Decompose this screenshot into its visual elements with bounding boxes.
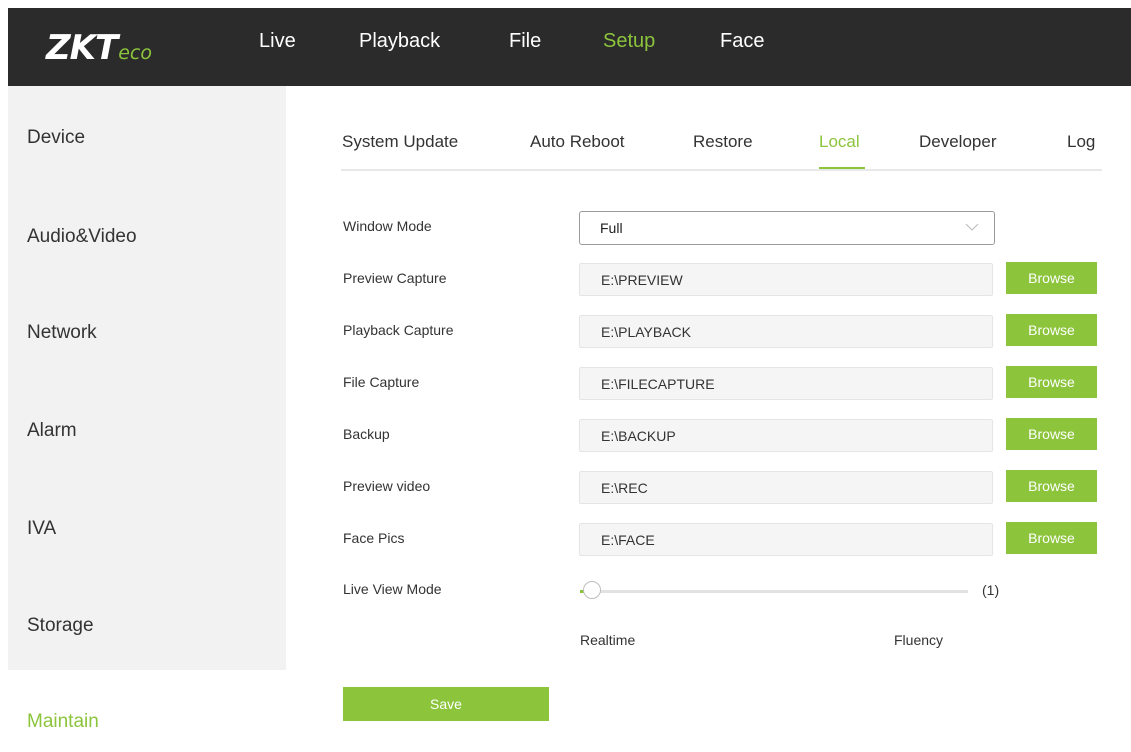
backup-path-field[interactable]: E:\BACKUP — [579, 419, 993, 452]
sidebar-item-storage[interactable]: Storage — [27, 615, 94, 637]
nav-face[interactable]: Face — [720, 30, 764, 53]
sidebar-item-device[interactable]: Device — [27, 127, 85, 149]
window-mode-select[interactable]: Full — [579, 211, 995, 245]
maintain-tabs: System Update Auto Reboot Restore Local … — [341, 132, 1102, 171]
preview-capture-label: Preview Capture — [343, 270, 447, 286]
sidebar-item-audio-video[interactable]: Audio&Video — [27, 226, 137, 248]
nav-file[interactable]: File — [509, 30, 541, 53]
nav-setup[interactable]: Setup — [603, 30, 655, 53]
slider-min-label: Realtime — [580, 632, 636, 648]
nav-live[interactable]: Live — [259, 30, 296, 53]
live-view-mode-value: (1) — [982, 582, 1000, 598]
file-capture-label: File Capture — [343, 374, 420, 390]
preview-video-browse-button[interactable]: Browse — [1006, 470, 1097, 502]
chevron-down-icon — [965, 223, 979, 231]
preview-video-path-field[interactable]: E:\REC — [579, 471, 993, 504]
file-capture-path-field[interactable]: E:\FILECAPTURE — [579, 367, 993, 400]
active-tab-indicator — [819, 167, 865, 169]
tab-restore[interactable]: Restore — [693, 132, 753, 152]
playback-capture-path-field[interactable]: E:\PLAYBACK — [579, 315, 993, 348]
backup-browse-button[interactable]: Browse — [1006, 418, 1097, 450]
logo-main-text: ZKT — [46, 28, 118, 68]
tab-system-update[interactable]: System Update — [342, 132, 458, 152]
tab-log[interactable]: Log — [1067, 132, 1095, 152]
file-capture-browse-button[interactable]: Browse — [1006, 366, 1097, 398]
tab-developer[interactable]: Developer — [919, 132, 997, 152]
sidebar-item-alarm[interactable]: Alarm — [27, 420, 77, 442]
sidebar — [8, 86, 286, 752]
face-pics-label: Face Pics — [343, 530, 405, 546]
save-button[interactable]: Save — [343, 687, 549, 721]
preview-capture-browse-button[interactable]: Browse — [1006, 262, 1097, 294]
live-view-mode-label: Live View Mode — [343, 581, 442, 597]
slider-max-label: Fluency — [894, 632, 944, 648]
live-view-mode-slider-handle[interactable] — [583, 581, 601, 599]
preview-video-label: Preview video — [343, 478, 431, 494]
face-pics-path-field[interactable]: E:\FACE — [579, 523, 993, 556]
logo-sub-text: eco — [118, 42, 152, 64]
sidebar-item-network[interactable]: Network — [27, 322, 97, 344]
tab-local[interactable]: Local — [819, 132, 860, 152]
backup-label: Backup — [343, 426, 390, 442]
sidebar-item-maintain[interactable]: Maintain — [27, 711, 99, 733]
playback-capture-browse-button[interactable]: Browse — [1006, 314, 1097, 346]
window-mode-label: Window Mode — [343, 218, 432, 234]
nav-playback[interactable]: Playback — [359, 30, 440, 53]
tab-auto-reboot[interactable]: Auto Reboot — [530, 132, 625, 152]
zkteco-logo: ZKT eco — [46, 28, 152, 68]
live-view-mode-slider-track[interactable] — [580, 590, 968, 593]
face-pics-browse-button[interactable]: Browse — [1006, 522, 1097, 554]
preview-capture-path-field[interactable]: E:\PREVIEW — [579, 263, 993, 296]
sidebar-item-iva[interactable]: IVA — [27, 518, 56, 540]
top-navigation-bar: ZKT eco Live Playback File Setup Face — [8, 8, 1131, 86]
playback-capture-label: Playback Capture — [343, 322, 454, 338]
window-mode-value: Full — [600, 220, 623, 236]
